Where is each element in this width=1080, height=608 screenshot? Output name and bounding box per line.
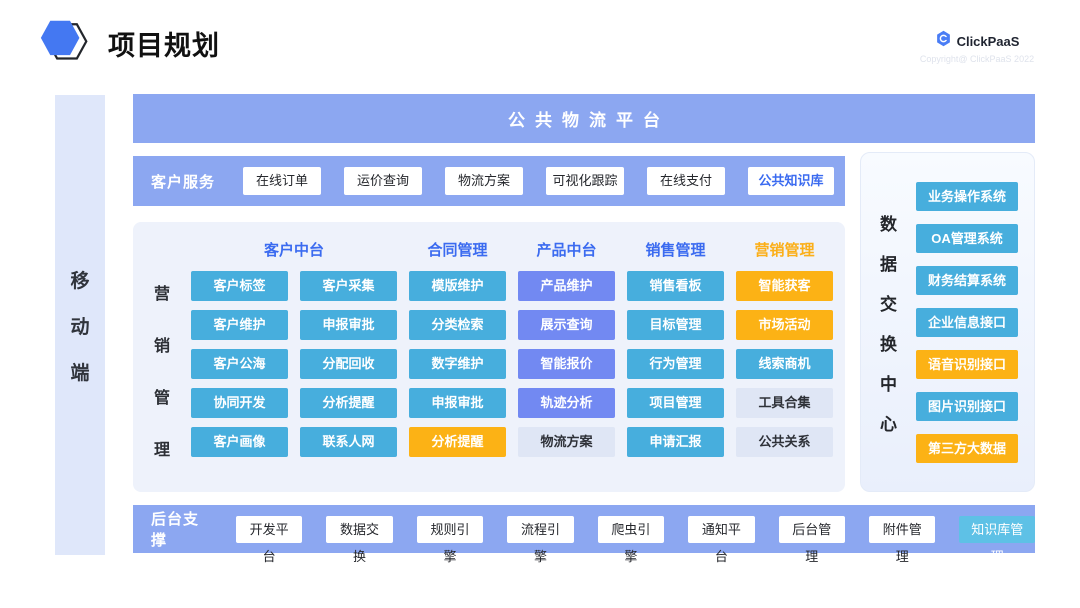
matrix-cell[interactable]: 客户公海 — [191, 349, 288, 379]
matrix-cell[interactable]: 物流方案 — [518, 427, 615, 457]
customer-service-label: 客户服务 — [151, 171, 215, 192]
data-exchange-item[interactable]: 企业信息接口 — [916, 308, 1018, 337]
vertical-label-char: 移 — [70, 266, 89, 293]
matrix-cell[interactable]: 公共关系 — [736, 427, 833, 457]
matrix-cell[interactable]: 数字维护 — [409, 349, 506, 379]
data-exchange-item[interactable]: 财务结算系统 — [916, 266, 1018, 295]
data-exchange-item[interactable]: 业务操作系统 — [916, 182, 1018, 211]
matrix-row: 客户标签客户采集模版维护产品维护销售看板智能获客 — [191, 271, 845, 301]
matrix-cell[interactable]: 智能获客 — [736, 271, 833, 301]
hexagon-logo-icon — [40, 18, 88, 68]
matrix-row: 客户维护申报审批分类检索展示查询目标管理市场活动 — [191, 310, 845, 340]
brand-name: ClickPaaS — [957, 34, 1020, 49]
matrix-headers: 客户中台合同管理产品中台销售管理营销管理 — [191, 235, 845, 263]
backend-item[interactable]: 规则引擎 — [417, 516, 483, 543]
backend-item[interactable]: 爬虫引擎 — [598, 516, 664, 543]
backend-items: 开发平台数据交换规则引擎流程引擎爬虫引擎通知平台后台管理附件管理知识库管理 — [236, 516, 1035, 543]
matrix-column-header: 销售管理 — [627, 239, 724, 260]
backend-item[interactable]: 知识库管理 — [959, 516, 1035, 543]
brand-copyright: Copyright@ ClickPaaS 2022 — [912, 54, 1042, 64]
vertical-label-char: 心 — [880, 410, 897, 435]
backend-item[interactable]: 通知平台 — [688, 516, 754, 543]
matrix-cell[interactable]: 模版维护 — [409, 271, 506, 301]
data-exchange-item[interactable]: 语音识别接口 — [916, 350, 1018, 379]
mobile-side-bar: 移动端 — [55, 95, 105, 555]
matrix-cell[interactable]: 销售看板 — [627, 271, 724, 301]
vertical-label-char: 据 — [880, 250, 897, 275]
matrix-column-header: 营销管理 — [736, 239, 833, 260]
matrix-cell[interactable]: 申报审批 — [409, 388, 506, 418]
backend-item[interactable]: 开发平台 — [236, 516, 302, 543]
data-exchange-item[interactable]: 第三方大数据 — [916, 434, 1018, 463]
vertical-label-char: 理 — [154, 436, 170, 460]
backend-item[interactable]: 后台管理 — [779, 516, 845, 543]
data-exchange-panel: 数据交换中心 业务操作系统 OA管理系统财务结算系统企业信息接口语音识别接口图片识… — [860, 152, 1035, 492]
data-exchange-item[interactable]: 图片识别接口 — [916, 392, 1018, 421]
matrix-cell[interactable]: 分类检索 — [409, 310, 506, 340]
matrix-cell[interactable]: 分析提醒 — [300, 388, 397, 418]
matrix-row: 协同开发分析提醒申报审批轨迹分析项目管理工具合集 — [191, 388, 845, 418]
matrix-cell[interactable]: 市场活动 — [736, 310, 833, 340]
backend-support-label: 后台支撑 — [151, 508, 210, 550]
customer-service-bar: 客户服务 在线订单运价查询物流方案可视化跟踪在线支付公共知识库 — [133, 156, 845, 206]
matrix-cell[interactable]: 行为管理 — [627, 349, 724, 379]
logistics-platform-banner: 公共物流平台 — [133, 94, 1035, 143]
page-title: 项目规划 — [108, 24, 220, 63]
matrix-column-header: 合同管理 — [409, 239, 506, 260]
matrix-cell[interactable]: 客户画像 — [191, 427, 288, 457]
vertical-label-char: 动 — [70, 312, 89, 339]
backend-support-bar: 后台支撑 开发平台数据交换规则引擎流程引擎爬虫引擎通知平台后台管理附件管理知识库… — [133, 505, 1035, 553]
matrix-cell[interactable]: 申报审批 — [300, 310, 397, 340]
matrix-content: 客户中台合同管理产品中台销售管理营销管理 客户标签客户采集模版维护产品维护销售看… — [191, 222, 845, 492]
vertical-label-char: 营 — [154, 280, 170, 304]
page: 项目规划 ClickPaaS Copyright@ ClickPaaS 2022… — [0, 0, 1080, 608]
matrix-row: 客户公海分配回收数字维护智能报价行为管理线索商机 — [191, 349, 845, 379]
vertical-label-char: 管 — [154, 384, 170, 408]
brand-block: ClickPaaS Copyright@ ClickPaaS 2022 — [912, 30, 1042, 64]
backend-item[interactable]: 数据交换 — [326, 516, 392, 543]
clickpaas-logo-icon — [935, 30, 952, 52]
matrix-row: 客户画像联系人网分析提醒物流方案申请汇报公共关系 — [191, 427, 845, 457]
marketing-side-label: 营销管理 — [133, 222, 191, 492]
customer-service-items: 在线订单运价查询物流方案可视化跟踪在线支付公共知识库 — [243, 167, 834, 195]
matrix-cell[interactable]: 客户采集 — [300, 271, 397, 301]
matrix-cell[interactable]: 轨迹分析 — [518, 388, 615, 418]
matrix-cell[interactable]: 分配回收 — [300, 349, 397, 379]
matrix-cell[interactable]: 线索商机 — [736, 349, 833, 379]
matrix-cell[interactable]: 工具合集 — [736, 388, 833, 418]
vertical-label-char: 端 — [70, 358, 89, 385]
vertical-label-char: 数 — [880, 210, 897, 235]
vertical-label-char: 中 — [880, 370, 897, 395]
matrix-cell[interactable]: 客户标签 — [191, 271, 288, 301]
data-exchange-side-label: 数据交换中心 — [861, 153, 916, 491]
backend-item[interactable]: 附件管理 — [869, 516, 935, 543]
backend-item[interactable]: 流程引擎 — [507, 516, 573, 543]
data-exchange-item[interactable]: OA管理系统 — [916, 224, 1018, 253]
matrix-cell[interactable]: 目标管理 — [627, 310, 724, 340]
matrix-cell[interactable]: 协同开发 — [191, 388, 288, 418]
app-header: 项目规划 — [40, 18, 220, 68]
matrix-cell[interactable]: 申请汇报 — [627, 427, 724, 457]
customer-service-item[interactable]: 物流方案 — [445, 167, 523, 195]
matrix-cell[interactable]: 展示查询 — [518, 310, 615, 340]
data-exchange-items: 业务操作系统 OA管理系统财务结算系统企业信息接口语音识别接口图片识别接口第三方大… — [916, 153, 1034, 491]
matrix-column-header: 产品中台 — [518, 239, 615, 260]
matrix-cell[interactable]: 分析提醒 — [409, 427, 506, 457]
marketing-matrix-panel: 营销管理 客户中台合同管理产品中台销售管理营销管理 客户标签客户采集模版维护产品… — [133, 222, 845, 492]
matrix-grid: 客户标签客户采集模版维护产品维护销售看板智能获客客户维护申报审批分类检索展示查询… — [191, 271, 845, 457]
matrix-cell[interactable]: 客户维护 — [191, 310, 288, 340]
matrix-cell[interactable]: 联系人网 — [300, 427, 397, 457]
matrix-cell[interactable]: 智能报价 — [518, 349, 615, 379]
matrix-cell[interactable]: 产品维护 — [518, 271, 615, 301]
customer-service-item[interactable]: 公共知识库 — [748, 167, 834, 195]
matrix-cell[interactable]: 项目管理 — [627, 388, 724, 418]
customer-service-item[interactable]: 在线订单 — [243, 167, 321, 195]
customer-service-item[interactable]: 可视化跟踪 — [546, 167, 624, 195]
customer-service-item[interactable]: 在线支付 — [647, 167, 725, 195]
vertical-label-char: 换 — [880, 330, 897, 355]
vertical-label-char: 交 — [880, 290, 897, 315]
vertical-label-char: 销 — [154, 332, 170, 356]
matrix-column-header: 客户中台 — [191, 239, 397, 260]
customer-service-item[interactable]: 运价查询 — [344, 167, 422, 195]
